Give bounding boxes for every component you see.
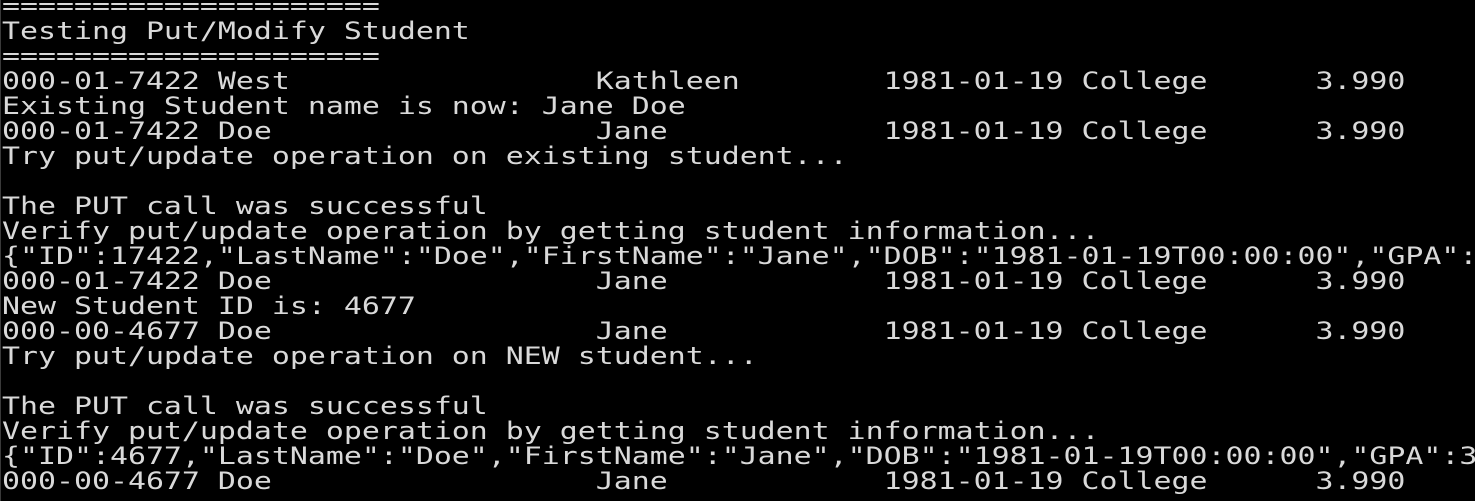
status-message-line: New Student ID is: 4677 <box>2 291 416 320</box>
status-message-line: The PUT call was successful <box>2 191 488 220</box>
console-window[interactable]: ===================== Testing Put/Modify… <box>0 0 1475 501</box>
student-record-line: 000-00-4677 Doe Jane 1981-01-19 College … <box>2 466 1406 495</box>
student-record-line: 000-01-7422 Doe Jane 1981-01-19 College … <box>2 266 1406 295</box>
status-message-line: Try put/update operation on existing stu… <box>2 141 848 170</box>
status-message-line: Verify put/update operation by getting s… <box>2 416 1100 445</box>
student-record-line: 000-00-4677 Doe Jane 1981-01-19 College … <box>2 316 1406 345</box>
separator-line: ===================== <box>2 41 380 70</box>
json-response-line: {"ID":17422,"LastName":"Doe","FirstName"… <box>2 241 1475 270</box>
status-message-line: Existing Student name is now: Jane Doe <box>2 91 686 120</box>
student-record-line: 000-01-7422 West Kathleen 1981-01-19 Col… <box>2 66 1406 95</box>
status-message-line: Verify put/update operation by getting s… <box>2 216 1100 245</box>
status-message-line: Try put/update operation on NEW student.… <box>2 341 758 370</box>
student-record-line: 000-01-7422 Doe Jane 1981-01-19 College … <box>2 116 1406 145</box>
window-left-border <box>0 0 1 501</box>
console-output: ===================== Testing Put/Modify… <box>2 0 1475 493</box>
json-response-line: {"ID":4677,"LastName":"Doe","FirstName":… <box>2 441 1475 470</box>
status-message-line: The PUT call was successful <box>2 391 488 420</box>
test-heading: Testing Put/Modify Student <box>2 16 470 45</box>
